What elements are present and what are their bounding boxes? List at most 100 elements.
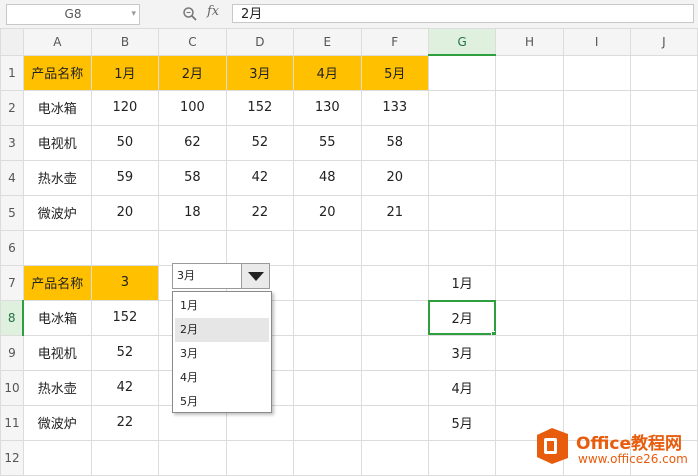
cell-c3[interactable]: 62 <box>158 124 227 161</box>
cell-j3[interactable] <box>629 124 698 161</box>
cell-f3[interactable]: 58 <box>360 124 429 161</box>
dropdown-option[interactable]: 5月 <box>175 390 269 414</box>
cell-i7[interactable] <box>562 264 631 301</box>
cell-j1[interactable] <box>629 54 698 91</box>
cell-d3[interactable]: 52 <box>225 124 295 161</box>
cell-b8[interactable]: 152 <box>90 299 160 336</box>
cell-g2[interactable] <box>427 89 497 126</box>
cell-g11[interactable]: 5月 <box>427 404 497 441</box>
row-header-6[interactable]: 6 <box>0 229 24 266</box>
cell-c12[interactable] <box>158 439 227 476</box>
cell-i6[interactable] <box>562 229 631 266</box>
cell-c6[interactable] <box>158 229 227 266</box>
cell-f9[interactable] <box>360 334 429 371</box>
cell-h3[interactable] <box>495 124 564 161</box>
row-header-7[interactable]: 7 <box>0 264 24 301</box>
column-header-g[interactable]: G <box>427 28 497 56</box>
cell-a3[interactable]: 电视机 <box>22 124 92 161</box>
cell-a4[interactable]: 热水壶 <box>22 159 92 196</box>
cell-b5[interactable]: 20 <box>90 194 160 231</box>
cell-d5[interactable]: 22 <box>225 194 295 231</box>
row-header-2[interactable]: 2 <box>0 89 24 126</box>
cell-h6[interactable] <box>495 229 564 266</box>
cell-i3[interactable] <box>562 124 631 161</box>
dropdown-field[interactable]: 3月 <box>172 263 270 289</box>
cell-g1[interactable] <box>427 54 497 91</box>
cell-g10[interactable]: 4月 <box>427 369 497 406</box>
dropdown-option[interactable]: 1月 <box>175 294 269 318</box>
dropdown-option[interactable]: 3月 <box>175 342 269 366</box>
cell-j2[interactable] <box>629 89 698 126</box>
cell-h10[interactable] <box>495 369 564 406</box>
cell-f8[interactable] <box>360 299 429 336</box>
cell-b6[interactable] <box>90 229 160 266</box>
cell-e4[interactable]: 48 <box>293 159 362 196</box>
cell-e6[interactable] <box>293 229 362 266</box>
zoom-icon[interactable] <box>182 6 198 22</box>
cell-b2[interactable]: 120 <box>90 89 160 126</box>
cell-c5[interactable]: 18 <box>158 194 227 231</box>
cell-a8[interactable]: 电冰箱 <box>22 299 92 336</box>
cell-h5[interactable] <box>495 194 564 231</box>
cell-h2[interactable] <box>495 89 564 126</box>
cell-f4[interactable]: 20 <box>360 159 429 196</box>
cell-g8[interactable]: 2月 <box>427 299 497 336</box>
cell-b1[interactable]: 1月 <box>90 54 160 91</box>
cell-b9[interactable]: 52 <box>90 334 160 371</box>
cell-f1[interactable]: 5月 <box>360 54 429 91</box>
row-header-3[interactable]: 3 <box>0 124 24 161</box>
cell-e10[interactable] <box>293 369 362 406</box>
cell-e8[interactable] <box>293 299 362 336</box>
cell-i10[interactable] <box>562 369 631 406</box>
cell-b3[interactable]: 50 <box>90 124 160 161</box>
column-header-d[interactable]: D <box>225 28 295 56</box>
cell-h9[interactable] <box>495 334 564 371</box>
cell-a1[interactable]: 产品名称 <box>22 54 92 91</box>
cell-d1[interactable]: 3月 <box>225 54 295 91</box>
cell-i1[interactable] <box>562 54 631 91</box>
cell-i5[interactable] <box>562 194 631 231</box>
cell-d2[interactable]: 152 <box>225 89 295 126</box>
cell-b10[interactable]: 42 <box>90 369 160 406</box>
cell-b12[interactable] <box>90 439 160 476</box>
cell-j7[interactable] <box>629 264 698 301</box>
column-header-c[interactable]: C <box>158 28 227 56</box>
cell-f12[interactable] <box>360 439 429 476</box>
cell-j5[interactable] <box>629 194 698 231</box>
chevron-down-icon[interactable]: ▾ <box>131 5 136 24</box>
row-header-5[interactable]: 5 <box>0 194 24 231</box>
select-all-corner[interactable] <box>0 28 24 56</box>
dropdown-button[interactable] <box>241 264 269 288</box>
cell-g9[interactable]: 3月 <box>427 334 497 371</box>
cell-a6[interactable] <box>22 229 92 266</box>
cell-e9[interactable] <box>293 334 362 371</box>
cell-a10[interactable]: 热水壶 <box>22 369 92 406</box>
cell-a2[interactable]: 电冰箱 <box>22 89 92 126</box>
cell-e3[interactable]: 55 <box>293 124 362 161</box>
column-header-f[interactable]: F <box>360 28 429 56</box>
column-header-h[interactable]: H <box>495 28 564 56</box>
cell-d4[interactable]: 42 <box>225 159 295 196</box>
cell-e5[interactable]: 20 <box>293 194 362 231</box>
cell-g12[interactable] <box>427 439 497 476</box>
cell-i9[interactable] <box>562 334 631 371</box>
row-header-4[interactable]: 4 <box>0 159 24 196</box>
cell-g3[interactable] <box>427 124 497 161</box>
cell-j9[interactable] <box>629 334 698 371</box>
cell-h1[interactable] <box>495 54 564 91</box>
cell-a12[interactable] <box>22 439 92 476</box>
cell-e12[interactable] <box>293 439 362 476</box>
cell-f10[interactable] <box>360 369 429 406</box>
cell-d12[interactable] <box>225 439 295 476</box>
cell-d6[interactable] <box>225 229 295 266</box>
cell-b4[interactable]: 59 <box>90 159 160 196</box>
cell-c4[interactable]: 58 <box>158 159 227 196</box>
cell-i2[interactable] <box>562 89 631 126</box>
row-header-12[interactable]: 12 <box>0 439 24 476</box>
cell-c1[interactable]: 2月 <box>158 54 227 91</box>
cell-g4[interactable] <box>427 159 497 196</box>
dropdown-option[interactable]: 2月 <box>175 318 269 342</box>
cell-a5[interactable]: 微波炉 <box>22 194 92 231</box>
formula-input[interactable]: 2月 <box>232 4 694 23</box>
cell-j4[interactable] <box>629 159 698 196</box>
